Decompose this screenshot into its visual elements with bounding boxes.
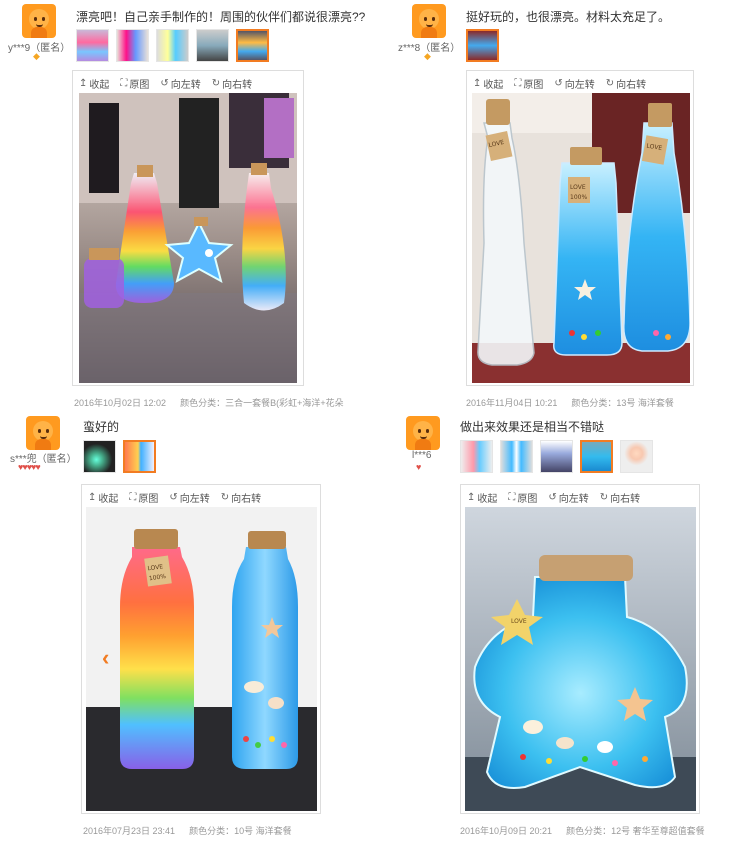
review-photo[interactable]: LOVE 100% bbox=[86, 507, 317, 811]
rotate-right-icon: ↻ bbox=[599, 492, 609, 503]
review-sku: 颜色分类：10号 海洋套餐 bbox=[189, 826, 292, 836]
reviewer-nickname: l***6 bbox=[412, 450, 432, 461]
reviewer-level-icon: ♥ bbox=[416, 462, 421, 472]
collapse-icon: ↥ bbox=[467, 492, 476, 503]
review-text: 挺好玩的，也很漂亮。材料太充足了。 bbox=[466, 10, 671, 24]
original-image-button[interactable]: ⛶ 原图 bbox=[508, 490, 537, 505]
rotate-right-button[interactable]: ↻ 向右转 bbox=[600, 490, 640, 505]
review-meta: 2016年10月09日 20:21 颜色分类：12号 奢华至尊超值套餐 bbox=[460, 824, 719, 837]
review-sku: 颜色分类：12号 奢华至尊超值套餐 bbox=[566, 826, 705, 836]
avatar[interactable] bbox=[22, 4, 56, 38]
collapse-icon: ↥ bbox=[88, 492, 97, 503]
review-date: 2016年10月09日 20:21 bbox=[460, 826, 553, 836]
reviewer-level-icon: ♥♥♥♥♥ bbox=[18, 462, 41, 472]
svg-text:100%: 100% bbox=[570, 194, 587, 201]
collapse-icon: ↥ bbox=[473, 78, 482, 89]
thumbnail-strip bbox=[76, 29, 269, 62]
review-photo[interactable]: LOVE bbox=[465, 507, 696, 811]
expand-icon: ⛶ bbox=[514, 78, 522, 89]
thumbnail[interactable] bbox=[156, 29, 189, 62]
original-image-button[interactable]: ⛶ 原图 bbox=[120, 76, 149, 91]
review-photo[interactable] bbox=[79, 93, 297, 383]
rotate-left-icon: ↺ bbox=[548, 492, 557, 503]
collapse-icon: ↥ bbox=[79, 78, 88, 89]
rotate-right-button[interactable]: ↻ 向右转 bbox=[212, 76, 252, 91]
thumbnail[interactable] bbox=[500, 440, 533, 473]
rotate-right-button[interactable]: ↻ 向右转 bbox=[221, 490, 261, 505]
collapse-button[interactable]: ↥ 收起 bbox=[79, 76, 109, 91]
image-viewer: ↥ 收起 ⛶ 原图 ↺ 向左转 ↻ 向右转 LOVE LOVE 100% LOV… bbox=[466, 70, 694, 386]
avatar[interactable] bbox=[412, 4, 446, 38]
rotate-right-icon: ↻ bbox=[211, 78, 221, 89]
thumbnail-strip bbox=[460, 440, 653, 473]
image-viewer: ↥ 收起 ⛶ 原图 ↺ 向左转 ↻ 向右转 LOVE 100% ‹ bbox=[81, 484, 321, 814]
review-text: 漂亮吧！自己亲手制作的！周围的伙伴们都说很漂亮?? bbox=[76, 10, 366, 24]
original-image-button[interactable]: ⛶ 原图 bbox=[514, 76, 543, 91]
review-sku: 颜色分类：13号 海洋套餐 bbox=[571, 398, 674, 408]
viewer-toolbar: ↥ 收起 ⛶ 原图 ↺ 向左转 ↻ 向右转 bbox=[79, 76, 252, 91]
thumbnail-strip bbox=[466, 29, 499, 62]
image-viewer: ↥ 收起 ⛶ 原图 ↺ 向左转 ↻ 向右转 bbox=[72, 70, 304, 386]
review-photo[interactable]: LOVE LOVE 100% LOVE bbox=[472, 93, 690, 383]
avatar[interactable] bbox=[26, 416, 60, 450]
svg-text:LOVE: LOVE bbox=[570, 184, 586, 191]
rotate-left-icon: ↺ bbox=[169, 492, 178, 503]
review-text: 蛮好的 bbox=[83, 420, 120, 434]
collapse-button[interactable]: ↥ 收起 bbox=[88, 490, 118, 505]
rotate-left-icon: ↺ bbox=[160, 78, 169, 89]
expand-icon: ⛶ bbox=[508, 492, 516, 503]
thumbnail-selected[interactable] bbox=[123, 440, 156, 473]
review-date: 2016年10月02日 12:02 bbox=[74, 398, 167, 408]
viewer-toolbar: ↥ 收起 ⛶ 原图 ↺ 向左转 ↻ 向右转 bbox=[473, 76, 646, 91]
reviewer-level-icon: ◆ bbox=[33, 51, 40, 61]
reviewer-level-icon: ◆ bbox=[424, 51, 431, 61]
rotate-right-button[interactable]: ↻ 向右转 bbox=[606, 76, 646, 91]
thumbnail-selected[interactable] bbox=[236, 29, 269, 62]
review-date: 2016年07月23日 23:41 bbox=[83, 826, 176, 836]
rotate-left-button[interactable]: ↺ 向左转 bbox=[160, 76, 200, 91]
thumbnail[interactable] bbox=[540, 440, 573, 473]
review-sku: 颜色分类：三合一套餐B(彩虹+海洋+花朵 bbox=[180, 398, 344, 408]
thumbnail-selected[interactable] bbox=[580, 440, 613, 473]
rotate-left-icon: ↺ bbox=[554, 78, 563, 89]
expand-icon: ⛶ bbox=[120, 78, 128, 89]
collapse-button[interactable]: ↥ 收起 bbox=[473, 76, 503, 91]
thumbnail[interactable] bbox=[116, 29, 149, 62]
review-date: 2016年11月04日 10:21 bbox=[466, 398, 558, 408]
review-meta: 2016年11月04日 10:21 颜色分类：13号 海洋套餐 bbox=[466, 396, 688, 409]
svg-text:LOVE: LOVE bbox=[511, 618, 527, 625]
rotate-right-icon: ↻ bbox=[220, 492, 230, 503]
review-meta: 2016年10月02日 12:02 颜色分类：三合一套餐B(彩虹+海洋+花朵 bbox=[74, 396, 358, 409]
thumbnail[interactable] bbox=[460, 440, 493, 473]
image-viewer: ↥ 收起 ⛶ 原图 ↺ 向左转 ↻ 向右转 LOVE bbox=[460, 484, 700, 814]
rotate-left-button[interactable]: ↺ 向左转 bbox=[554, 76, 594, 91]
thumbnail-strip bbox=[83, 440, 156, 473]
previous-image-arrow-icon[interactable]: ‹ bbox=[102, 645, 109, 671]
review-meta: 2016年07月23日 23:41 颜色分类：10号 海洋套餐 bbox=[83, 824, 306, 837]
avatar[interactable] bbox=[406, 416, 440, 450]
thumbnail-selected[interactable] bbox=[466, 29, 499, 62]
rotate-left-button[interactable]: ↺ 向左转 bbox=[548, 490, 588, 505]
review-text: 做出来效果还是相当不错哒 bbox=[460, 420, 605, 434]
viewer-toolbar: ↥ 收起 ⛶ 原图 ↺ 向左转 ↻ 向右转 bbox=[88, 490, 261, 505]
thumbnail[interactable] bbox=[196, 29, 229, 62]
thumbnail[interactable] bbox=[83, 440, 116, 473]
rotate-right-icon: ↻ bbox=[605, 78, 615, 89]
expand-icon: ⛶ bbox=[129, 492, 137, 503]
rotate-left-button[interactable]: ↺ 向左转 bbox=[169, 490, 209, 505]
original-image-button[interactable]: ⛶ 原图 bbox=[129, 490, 158, 505]
viewer-toolbar: ↥ 收起 ⛶ 原图 ↺ 向左转 ↻ 向右转 bbox=[467, 490, 640, 505]
thumbnail[interactable] bbox=[76, 29, 109, 62]
collapse-button[interactable]: ↥ 收起 bbox=[467, 490, 497, 505]
thumbnail[interactable] bbox=[620, 440, 653, 473]
